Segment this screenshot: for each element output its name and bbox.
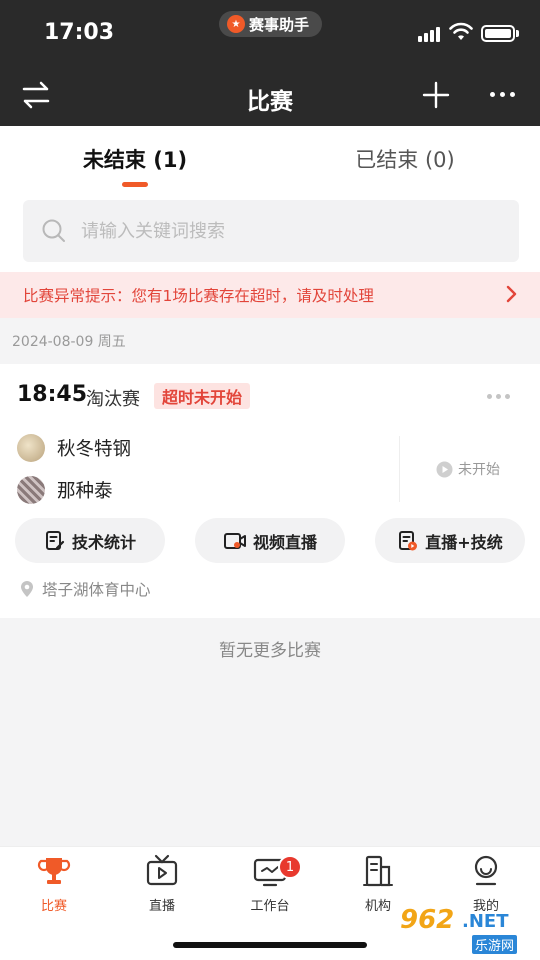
match-card[interactable]: 18:45 淘汰赛 超时未开始 秋冬特钢 那种泰 未开始 技术统计 视频直播 直… bbox=[0, 364, 540, 618]
team-logo bbox=[17, 434, 45, 462]
tab-unfinished[interactable]: 未结束 (1) bbox=[0, 144, 270, 174]
team-row: 秋冬特钢 bbox=[17, 434, 131, 462]
video-live-label: 视频直播 bbox=[252, 532, 317, 552]
empty-list-note: 暂无更多比赛 bbox=[219, 641, 321, 661]
tabbar-label: 直播 bbox=[148, 899, 175, 914]
search-box[interactable] bbox=[23, 200, 519, 262]
home-indicator[interactable] bbox=[173, 942, 367, 948]
live-stats-label: 直播+技统 bbox=[425, 532, 503, 552]
page-title: 比赛 bbox=[247, 89, 293, 115]
app-pill-label: 赛事助手 bbox=[249, 15, 310, 34]
tech-stats-label: 技术统计 bbox=[71, 532, 136, 552]
venue: 塔子湖体育中心 bbox=[20, 578, 151, 600]
tabbar-item-live[interactable]: 直播 bbox=[108, 853, 216, 914]
match-status-tabs: 未结束 (1) 已结束 (0) bbox=[0, 126, 540, 192]
app-logo-icon: ★ bbox=[227, 15, 245, 33]
stats-edit-icon bbox=[45, 530, 65, 550]
cellular-signal-icon bbox=[418, 26, 440, 42]
alert-text: 比赛异常提示：您有1场比赛存在超时，请及时处理 bbox=[23, 287, 374, 305]
tabbar-item-matches[interactable]: 比赛 bbox=[0, 853, 108, 914]
chevron-right-icon bbox=[506, 285, 517, 303]
app-indicator-pill[interactable]: ★ 赛事助手 bbox=[219, 11, 322, 37]
building-icon bbox=[363, 855, 393, 887]
site-watermark: 962 .NET 乐游网 bbox=[400, 905, 534, 955]
app-header: 17:03 ★ 赛事助手 比赛 bbox=[0, 0, 540, 126]
match-state: 未开始 bbox=[436, 459, 500, 479]
divider bbox=[399, 436, 400, 502]
profile-icon bbox=[474, 855, 498, 886]
add-icon[interactable] bbox=[421, 80, 451, 110]
live-stats-button[interactable]: 直播+技统 bbox=[375, 518, 525, 563]
notification-badge: 1 bbox=[278, 855, 302, 879]
watermark-sub: 乐游网 bbox=[472, 935, 518, 954]
tab-finished[interactable]: 已结束 (0) bbox=[270, 144, 540, 174]
team-name: 秋冬特钢 bbox=[57, 439, 132, 460]
active-tab-indicator bbox=[122, 182, 148, 187]
watermark-main: 962 bbox=[400, 905, 455, 935]
live-stats-icon bbox=[399, 530, 418, 550]
play-circle-icon bbox=[436, 461, 453, 477]
video-live-button[interactable]: 视频直播 bbox=[195, 518, 345, 563]
tabbar-label: 工作台 bbox=[250, 899, 290, 914]
video-camera-icon bbox=[223, 532, 246, 549]
location-pin-icon bbox=[21, 581, 33, 597]
status-badge: 超时未开始 bbox=[154, 383, 251, 409]
team-name: 那种泰 bbox=[57, 481, 113, 502]
wifi-icon bbox=[449, 22, 473, 40]
search-section bbox=[0, 192, 540, 272]
trophy-icon bbox=[37, 858, 71, 884]
battery-cap bbox=[516, 30, 519, 37]
venue-name: 塔子湖体育中心 bbox=[42, 581, 151, 599]
watermark-net: .NET bbox=[462, 911, 509, 932]
match-state-label: 未开始 bbox=[458, 462, 500, 478]
tabbar-item-workbench[interactable]: 1 工作台 bbox=[216, 853, 324, 914]
tv-icon bbox=[146, 854, 178, 886]
more-options-icon[interactable] bbox=[490, 92, 515, 97]
tech-stats-button[interactable]: 技术统计 bbox=[15, 518, 165, 563]
card-more-icon[interactable] bbox=[487, 394, 510, 399]
search-input[interactable] bbox=[81, 220, 461, 242]
match-time: 18:45 bbox=[17, 382, 88, 407]
tabbar-label: 比赛 bbox=[40, 899, 67, 914]
team-logo bbox=[17, 476, 45, 504]
status-time: 17:03 bbox=[44, 20, 115, 45]
match-round: 淘汰赛 bbox=[86, 389, 140, 410]
search-icon bbox=[42, 219, 65, 242]
battery-icon bbox=[481, 25, 515, 42]
date-header: 2024-08-09 周五 bbox=[0, 318, 540, 364]
team-row: 那种泰 bbox=[17, 476, 113, 504]
match-exception-alert[interactable]: 比赛异常提示：您有1场比赛存在超时，请及时处理 bbox=[0, 272, 540, 318]
date-text: 2024-08-09 周五 bbox=[12, 334, 126, 350]
